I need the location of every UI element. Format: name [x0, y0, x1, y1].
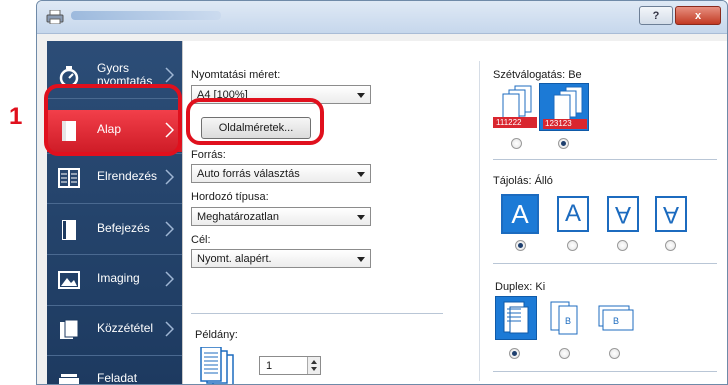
copies-label: Példány:: [195, 329, 238, 341]
chevron-down-icon: [357, 257, 365, 262]
svg-text:B: B: [613, 316, 619, 326]
sidebar-item-quick-print[interactable]: Gyors nyomtatás: [47, 55, 182, 97]
media-type-select[interactable]: Meghatározatlan: [191, 207, 371, 226]
title-bar: ? x: [37, 1, 727, 34]
portrait-radio[interactable]: [515, 240, 526, 251]
print-settings-window: ? x Gyors nyomtatás Alap Elrendezés Befe…: [36, 0, 728, 385]
divider: [191, 313, 443, 314]
destination-label: Cél:: [191, 234, 211, 246]
collate-on-radio[interactable]: [558, 138, 569, 149]
duplex-short-edge-radio[interactable]: [609, 348, 620, 359]
one-sided-icon: [503, 301, 529, 334]
svg-text:B: B: [565, 316, 571, 326]
chevron-right-icon: [165, 321, 174, 337]
chevron-right-icon: [165, 169, 174, 185]
duplex-long-edge-radio[interactable]: [559, 348, 570, 359]
landscape-option[interactable]: A: [557, 196, 589, 232]
printer-icon: [46, 10, 64, 24]
orientation-glyph: A: [564, 200, 581, 227]
collate-on-option[interactable]: 123123: [539, 83, 589, 131]
orientation-glyph: A: [511, 199, 529, 229]
divider: [493, 263, 717, 264]
chevron-right-icon: [165, 122, 174, 138]
sidebar-item-label: Feladat: [97, 371, 138, 385]
orientation-label: Tájolás: Álló: [493, 175, 553, 187]
collate-off-option[interactable]: 111222: [493, 85, 539, 129]
divider: [493, 371, 717, 372]
copies-stepper[interactable]: 1: [259, 356, 321, 375]
media-type-value: Meghatározatlan: [197, 211, 279, 223]
sidebar-item-basic[interactable]: Alap: [47, 110, 182, 152]
page-sizes-button[interactable]: Oldalméretek...: [201, 117, 311, 139]
window-title: [71, 11, 221, 20]
callout-1: 1: [9, 103, 23, 130]
print-size-value: A4 [100%]: [197, 89, 248, 101]
media-type-label: Hordozó típusa:: [191, 191, 269, 203]
stopwatch-icon: [59, 66, 79, 87]
copies-icon: [200, 347, 234, 384]
layout-icon: [58, 168, 80, 188]
copies-spin-buttons[interactable]: [307, 357, 320, 374]
duplex-short-edge-icon[interactable]: B: [595, 300, 635, 336]
publish-icon: [60, 319, 79, 339]
chevron-right-icon: [165, 221, 174, 237]
help-button[interactable]: ?: [639, 6, 673, 25]
chevron-right-icon: [165, 67, 174, 83]
print-size-label: Nyomtatási méret:: [191, 69, 281, 81]
sidebar-item-layout[interactable]: Elrendezés: [47, 157, 182, 199]
main-panel: Nyomtatási méret: A4 [100%] Oldalméretek…: [182, 41, 727, 384]
portrait-rotated-option[interactable]: A: [607, 196, 639, 232]
chevron-down-icon: [357, 215, 365, 220]
sidebar-item-publishing[interactable]: Közzététel: [47, 309, 182, 351]
job-icon: [59, 374, 79, 384]
collated-text: 123123: [545, 119, 572, 128]
chevron-right-icon: [165, 271, 174, 287]
collate-off-radio[interactable]: [511, 138, 522, 149]
portrait-option[interactable]: A: [501, 194, 539, 234]
chevron-down-icon: [311, 367, 317, 371]
landscape-rotated-option[interactable]: A: [655, 196, 687, 232]
column-divider: [479, 61, 480, 381]
source-select[interactable]: Auto forrás választás: [191, 164, 371, 183]
sidebar-item-label: Alap: [97, 122, 122, 136]
finishing-icon: [62, 220, 76, 240]
chevron-down-icon: [357, 93, 365, 98]
sidebar-item-label: Imaging: [97, 271, 140, 285]
duplex-label: Duplex: Ki: [495, 281, 546, 293]
orientation-glyph: A: [662, 201, 679, 228]
page-icon: [62, 121, 76, 141]
duplex-off-option[interactable]: [495, 296, 537, 340]
chevron-up-icon: [311, 360, 317, 364]
divider: [493, 159, 717, 160]
source-value: Auto forrás választás: [197, 168, 300, 180]
sidebar-item-label: Gyors nyomtatás: [97, 61, 153, 88]
source-label: Forrás:: [191, 149, 226, 161]
uncollated-text: 111222: [496, 118, 522, 127]
print-size-select[interactable]: A4 [100%]: [191, 85, 371, 104]
portrait-rotated-radio[interactable]: [617, 240, 628, 251]
landscape-rotated-radio[interactable]: [665, 240, 676, 251]
chevron-down-icon: [357, 172, 365, 177]
orientation-glyph: A: [614, 201, 631, 228]
copies-value: 1: [266, 360, 273, 372]
duplex-off-radio[interactable]: [509, 348, 520, 359]
destination-select[interactable]: Nyomt. alapért.: [191, 249, 371, 268]
destination-value: Nyomt. alapért.: [197, 253, 272, 265]
sidebar-item-label: Közzététel: [97, 321, 154, 335]
sidebar-item-finishing[interactable]: Befejezés: [47, 209, 182, 251]
close-button[interactable]: x: [675, 6, 721, 25]
sidebar: Gyors nyomtatás Alap Elrendezés Befejezé…: [47, 41, 182, 385]
landscape-radio[interactable]: [567, 240, 578, 251]
sidebar-item-label: Befejezés: [97, 221, 150, 235]
sidebar-item-imaging[interactable]: Imaging: [47, 259, 182, 301]
image-icon: [58, 271, 80, 289]
sidebar-item-label: Elrendezés: [97, 169, 158, 183]
duplex-long-edge-icon[interactable]: B: [547, 298, 583, 338]
collate-label: Szétválogatás: Be: [493, 69, 582, 81]
sidebar-item-job[interactable]: Feladat: [47, 359, 182, 385]
